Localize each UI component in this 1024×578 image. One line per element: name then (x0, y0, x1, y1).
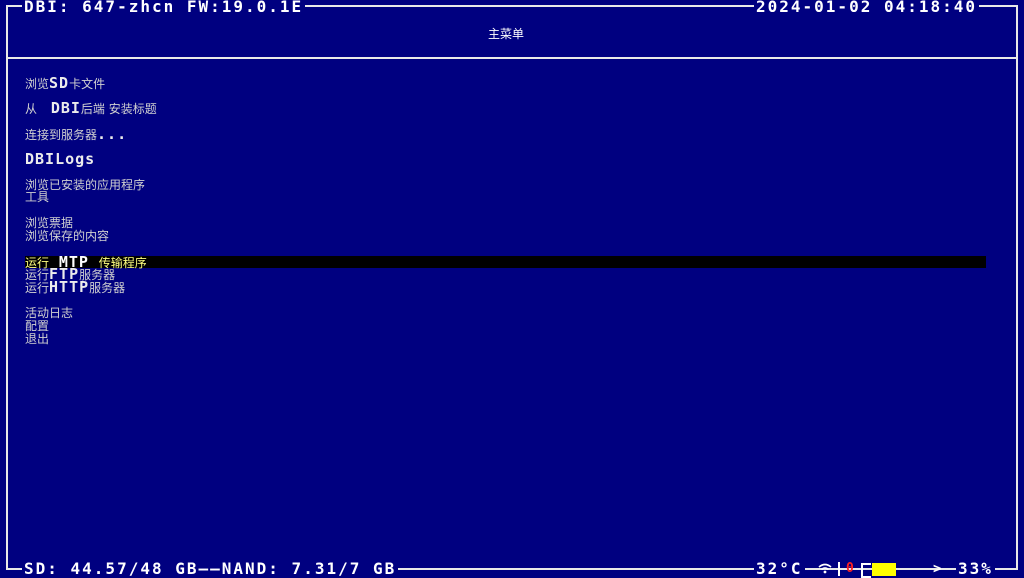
page-title: 主菜单 (487, 27, 524, 41)
menu-item-browse-tickets[interactable]: 浏览票据 (25, 216, 73, 230)
battery-warning-digit: 0 (846, 561, 854, 576)
menu-item-dbi-logs[interactable]: DBILogs (25, 152, 95, 167)
menu-item-config[interactable]: 配置 (25, 319, 49, 333)
battery-separator (838, 562, 840, 576)
menu-item-run-http[interactable]: 运行HTTP服务器 (25, 280, 125, 296)
menu-item-browse-sd[interactable]: 浏览SD卡文件 (25, 76, 105, 92)
right-border (1016, 5, 1018, 569)
menu-item-browse-saves[interactable]: 浏览保存的内容 (25, 229, 109, 243)
title-divider (6, 57, 1018, 59)
menu-item-exit[interactable]: 退出 (25, 332, 49, 346)
menu-item-connect-server[interactable]: 连接到服务器... (25, 127, 127, 143)
menu-item-activity-log[interactable]: 活动日志 (25, 306, 73, 320)
storage-status: SD: 44.57/48 GB——NAND: 7.31/7 GB (22, 559, 399, 578)
app-version-label: DBI: 647-zhcn FW:19.0.1E (22, 0, 306, 16)
selection-highlight (25, 256, 986, 268)
temperature-label: 32°C (754, 559, 805, 578)
chevron-right-icon: > (933, 561, 942, 577)
datetime-label: 2024-01-02 04:18:40 (754, 0, 980, 16)
battery-level-fill (872, 563, 896, 576)
menu-item-tools[interactable]: 工具 (25, 190, 49, 204)
menu-item-dbi-backend[interactable]: 从 DBI后端 安装标题 (25, 101, 157, 117)
battery-percent: 33% (956, 559, 995, 578)
left-border (6, 5, 8, 569)
wifi-icon (818, 562, 832, 574)
